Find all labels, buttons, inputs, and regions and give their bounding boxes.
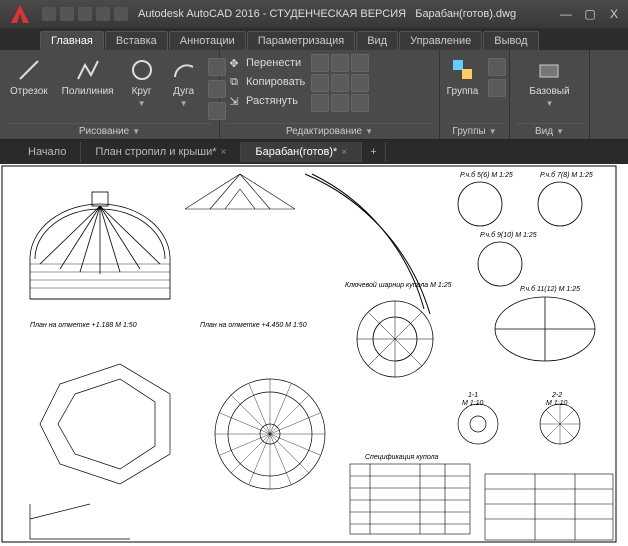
anno-r78: Р.ч.б 7(8) М 1:25 [540, 172, 593, 179]
arc-icon [170, 56, 198, 84]
doctab-add[interactable]: + [362, 142, 385, 162]
group-icon [449, 56, 477, 84]
close-icon[interactable]: × [221, 147, 227, 158]
circle-button[interactable]: Круг▼ [124, 54, 160, 123]
drawing-content [0, 164, 628, 546]
anno-r1112: Р.ч.б 11(12) М 1:25 [520, 286, 580, 293]
anno-sec11s: М 1:10 [462, 400, 483, 407]
plus-icon: + [370, 146, 376, 158]
tab-output[interactable]: Вывод [483, 31, 538, 50]
anno-sec22s: М 1:10 [546, 400, 567, 407]
erase-icon[interactable] [351, 94, 369, 112]
mirror-icon[interactable] [311, 74, 329, 92]
maximize-button[interactable]: ▢ [582, 7, 598, 21]
copy-icon: ⧉ [226, 74, 242, 90]
line-icon [15, 56, 43, 84]
qat-save-icon[interactable] [78, 7, 92, 21]
anno-sec11: 1-1 [468, 392, 478, 399]
anno-plan2: План на отметке +4.450 М 1:50 [200, 322, 307, 329]
drawing-canvas[interactable]: План на отметке +1.188 М 1:50 План на от… [0, 164, 628, 546]
doctab-plan[interactable]: План стропил и крыши*× [81, 142, 241, 162]
circle-icon [128, 56, 156, 84]
scale-icon[interactable] [311, 94, 329, 112]
baseview-icon [535, 56, 563, 84]
anno-sec22: 2-2 [552, 392, 562, 399]
move-button[interactable]: ✥Перенести [226, 54, 305, 72]
array-icon[interactable] [351, 74, 369, 92]
ribbon-tabs: Главная Вставка Аннотации Параметризация… [0, 28, 628, 50]
baseview-button[interactable]: Базовый▼ [525, 54, 573, 123]
anno-spec: Спецификация купола [365, 454, 438, 461]
document-tabs: Начало План стропил и крыши*× Барабан(го… [0, 140, 628, 164]
stretch-button[interactable]: ⇲Растянуть [226, 92, 305, 110]
move-icon: ✥ [226, 55, 242, 71]
minimize-button[interactable]: — [558, 7, 574, 21]
groupedit-icon[interactable] [488, 79, 506, 97]
anno-hinge: Ключевой шарнир купола М 1:25 [345, 282, 452, 289]
app-logo[interactable] [6, 0, 34, 28]
tab-home[interactable]: Главная [40, 31, 104, 50]
anno-r910: Р.ч.б 9(10) М 1:25 [480, 232, 537, 239]
quick-access-toolbar [42, 7, 128, 21]
doctab-drum[interactable]: Барабан(готов)*× [241, 142, 362, 162]
panel-title-groups[interactable]: Группы ▼ [446, 123, 503, 139]
tab-insert[interactable]: Вставка [105, 31, 168, 50]
qat-redo-icon[interactable] [114, 7, 128, 21]
qat-open-icon[interactable] [60, 7, 74, 21]
modify-grid [311, 54, 369, 123]
offset-icon[interactable] [331, 94, 349, 112]
close-icon[interactable]: × [341, 147, 347, 158]
fillet-icon[interactable] [351, 54, 369, 72]
line-button[interactable]: Отрезок [6, 54, 52, 123]
panel-title-draw[interactable]: Рисование ▼ [6, 123, 213, 139]
polyline-button[interactable]: Полилиния [58, 54, 118, 123]
extend-icon[interactable] [331, 74, 349, 92]
rotate-icon[interactable] [311, 54, 329, 72]
close-button[interactable]: X [606, 7, 622, 21]
stretch-icon: ⇲ [226, 93, 242, 109]
arc-button[interactable]: Дуга▼ [166, 54, 202, 123]
copy-button[interactable]: ⧉Копировать [226, 73, 305, 91]
panel-title-modify[interactable]: Редактирование ▼ [226, 123, 433, 139]
anno-r56: Р.ч.б 5(6) М 1:25 [460, 172, 513, 179]
tab-manage[interactable]: Управление [399, 31, 482, 50]
anno-plan1: План на отметке +1.188 М 1:50 [30, 322, 137, 329]
group-button[interactable]: Группа [443, 54, 483, 123]
qat-new-icon[interactable] [42, 7, 56, 21]
tab-parametric[interactable]: Параметризация [247, 31, 355, 50]
title-bar: Autodesk AutoCAD 2016 - СТУДЕНЧЕСКАЯ ВЕР… [0, 0, 628, 28]
window-title: Autodesk AutoCAD 2016 - СТУДЕНЧЕСКАЯ ВЕР… [138, 8, 558, 20]
qat-undo-icon[interactable] [96, 7, 110, 21]
ungroup-icon[interactable] [488, 58, 506, 76]
tab-view[interactable]: Вид [356, 31, 398, 50]
ribbon: Отрезок Полилиния Круг▼ Дуга▼ Рисование … [0, 50, 628, 140]
trim-icon[interactable] [331, 54, 349, 72]
panel-title-view[interactable]: Вид ▼ [516, 123, 583, 139]
doctab-start[interactable]: Начало [14, 142, 81, 162]
tab-annotate[interactable]: Аннотации [169, 31, 246, 50]
polyline-icon [74, 56, 102, 84]
